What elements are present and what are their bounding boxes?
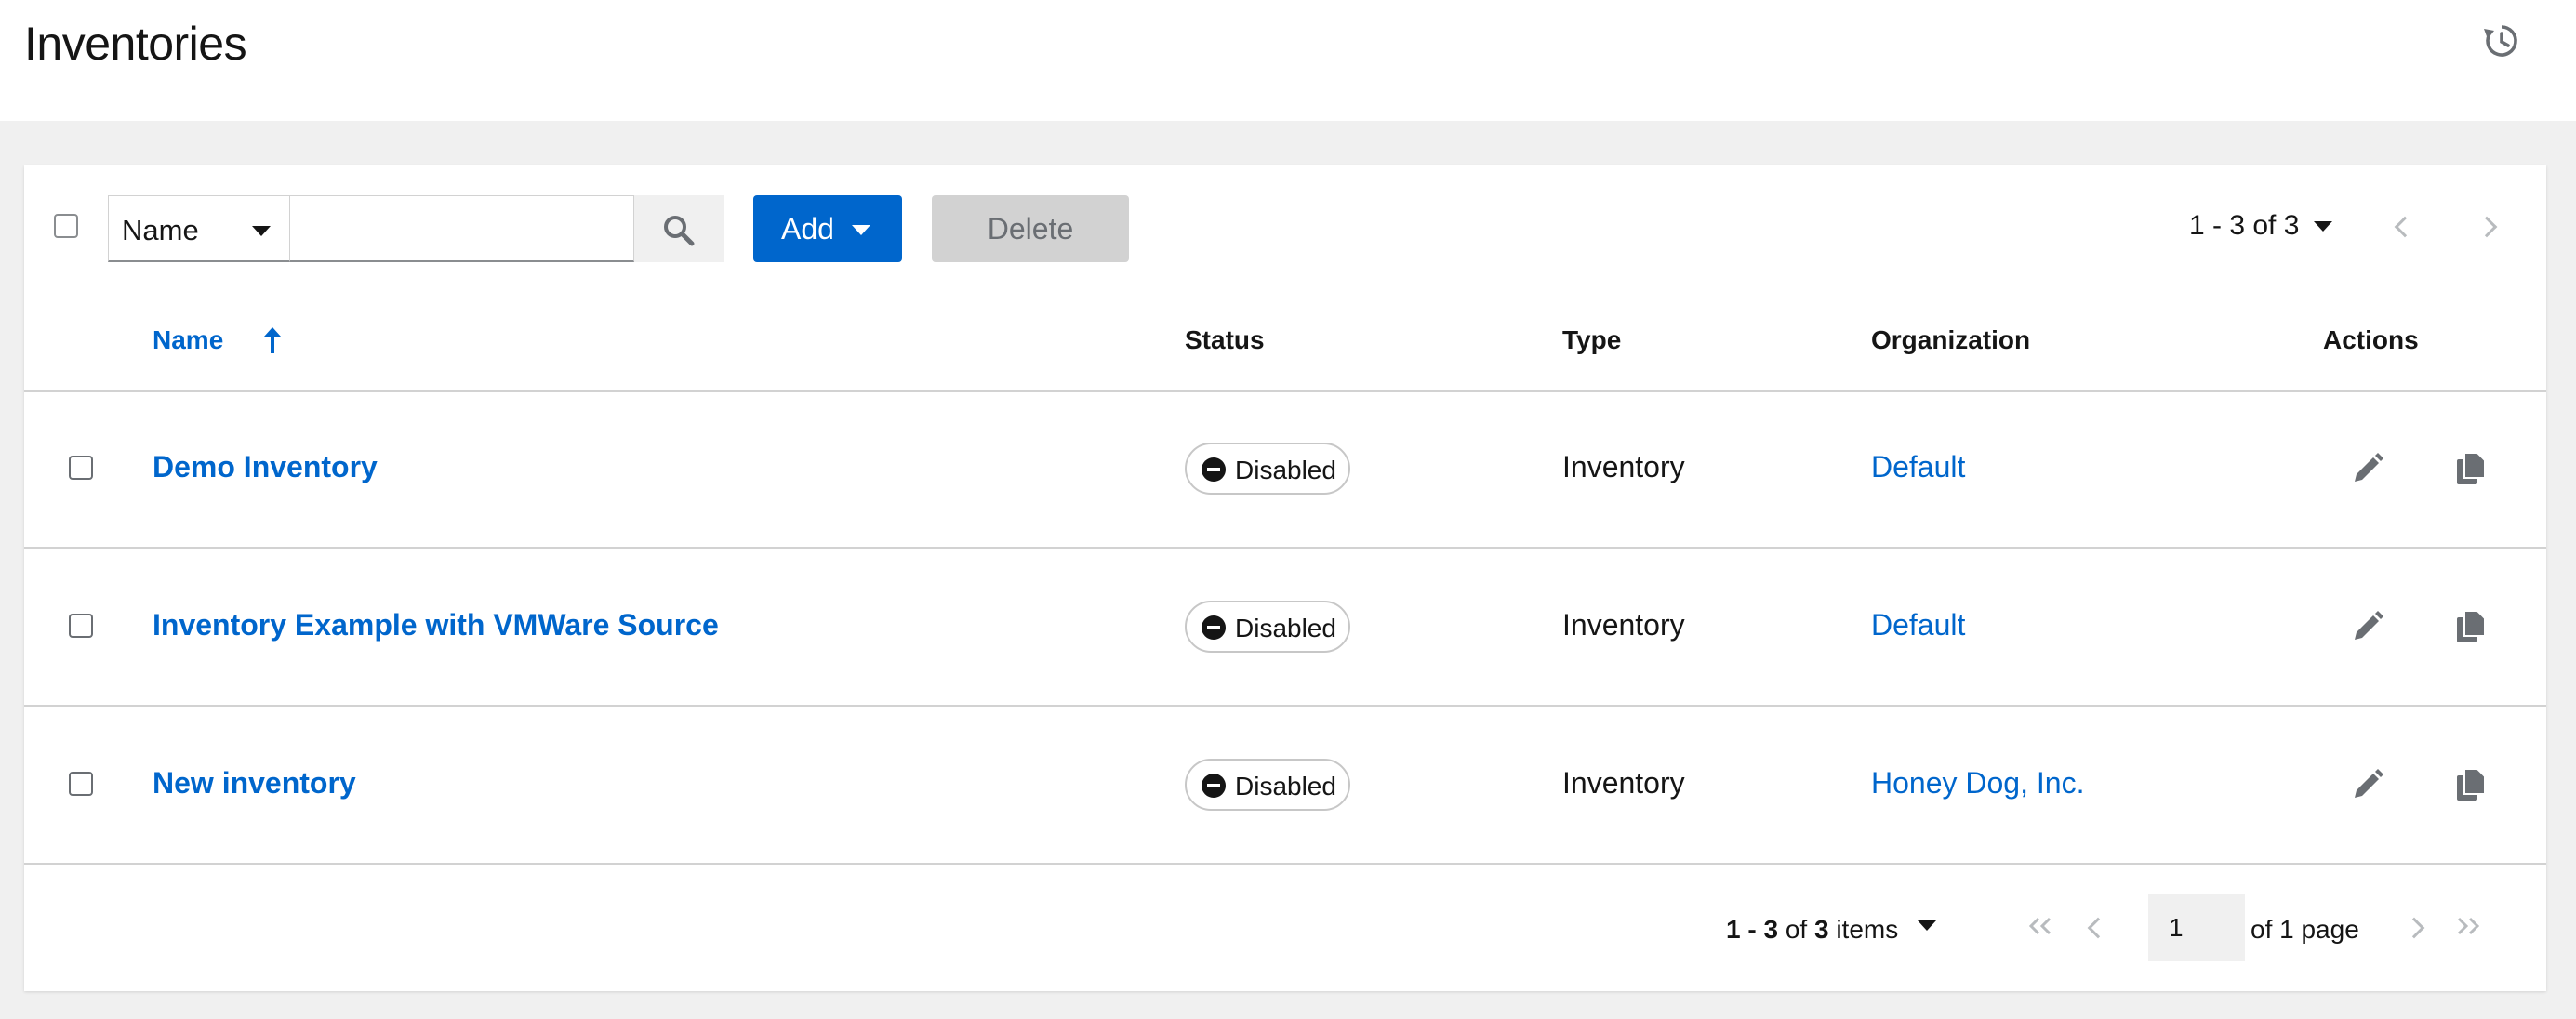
next-page-icon[interactable] xyxy=(2476,216,2498,238)
inventory-name-link[interactable]: Inventory Example with VMWare Source xyxy=(153,608,719,642)
next-page-icon[interactable] xyxy=(2403,917,2425,939)
range-total: 3 xyxy=(1813,915,1829,944)
table-divider xyxy=(24,705,2546,707)
page-count-label: of 1 page xyxy=(2251,915,2359,944)
disabled-icon xyxy=(1202,615,1226,640)
inventory-type: Inventory xyxy=(1562,450,1685,483)
range-of: of xyxy=(1785,915,1808,944)
table-divider xyxy=(24,547,2546,549)
caret-down-icon[interactable] xyxy=(1918,920,1936,931)
row-checkbox[interactable] xyxy=(69,456,93,480)
table-divider xyxy=(24,390,2546,392)
select-all-checkbox[interactable] xyxy=(54,214,78,238)
caret-down-icon[interactable] xyxy=(2314,221,2332,232)
status-label: Disabled xyxy=(1235,614,1336,642)
delete-button-label: Delete xyxy=(987,212,1074,245)
status-badge: Disabled xyxy=(1185,601,1350,653)
sort-ascending-icon[interactable] xyxy=(259,325,286,357)
page-header: Inventories xyxy=(0,0,2576,121)
column-header-name[interactable]: Name xyxy=(153,325,223,355)
filter-attribute-select[interactable]: Name xyxy=(108,195,290,262)
disabled-icon xyxy=(1202,457,1226,482)
column-header-type: Type xyxy=(1562,325,1622,354)
column-header-status: Status xyxy=(1185,325,1265,354)
copy-icon[interactable] xyxy=(2455,610,2487,643)
pagination-range-bottom[interactable]: 1 - 3 of 3 items xyxy=(1726,915,1898,945)
last-page-icon[interactable] xyxy=(2453,917,2483,935)
first-page-icon[interactable] xyxy=(2025,917,2055,935)
inventory-name-link[interactable]: Demo Inventory xyxy=(153,450,378,484)
pagination-range-top[interactable]: 1 - 3 of 3 xyxy=(2189,210,2299,242)
table-divider xyxy=(24,863,2546,865)
disabled-icon xyxy=(1202,774,1226,798)
pencil-icon[interactable] xyxy=(2351,610,2384,643)
add-button[interactable]: Add xyxy=(753,195,902,262)
caret-down-icon xyxy=(852,225,870,235)
row-checkbox[interactable] xyxy=(69,772,93,796)
delete-button[interactable]: Delete xyxy=(932,195,1129,262)
previous-page-icon[interactable] xyxy=(2087,917,2109,939)
inventory-name-link[interactable]: New inventory xyxy=(153,766,356,801)
filter-attribute-label: Name xyxy=(122,214,199,246)
current-page-input[interactable] xyxy=(2148,894,2245,961)
organization-link[interactable]: Default xyxy=(1871,450,1965,484)
row-checkbox[interactable] xyxy=(69,614,93,638)
column-header-organization: Organization xyxy=(1871,325,2031,354)
add-button-label: Add xyxy=(781,212,834,245)
copy-icon[interactable] xyxy=(2455,452,2487,485)
caret-down-icon xyxy=(252,226,271,236)
search-button[interactable] xyxy=(634,195,724,262)
search-input[interactable] xyxy=(290,195,634,262)
range-bold: 1 - 3 xyxy=(1726,915,1779,944)
status-badge: Disabled xyxy=(1185,443,1350,495)
page-title: Inventories xyxy=(24,18,247,70)
range-suffix: items xyxy=(1836,915,1899,944)
status-badge: Disabled xyxy=(1185,759,1350,811)
organization-link[interactable]: Default xyxy=(1871,608,1965,642)
column-header-actions: Actions xyxy=(2323,325,2419,354)
copy-icon[interactable] xyxy=(2455,768,2487,801)
inventory-type: Inventory xyxy=(1562,608,1685,642)
organization-link[interactable]: Honey Dog, Inc. xyxy=(1871,766,2084,801)
status-label: Disabled xyxy=(1235,772,1336,801)
inventories-list-card: Name Add Delete 1 - 3 of 3 Name Status T… xyxy=(24,165,2546,991)
pencil-icon[interactable] xyxy=(2351,768,2384,801)
pencil-icon[interactable] xyxy=(2351,452,2384,485)
search-icon xyxy=(664,216,695,246)
status-label: Disabled xyxy=(1235,456,1336,484)
history-icon[interactable] xyxy=(2483,22,2520,60)
inventory-type: Inventory xyxy=(1562,766,1685,800)
previous-page-icon[interactable] xyxy=(2394,216,2416,238)
